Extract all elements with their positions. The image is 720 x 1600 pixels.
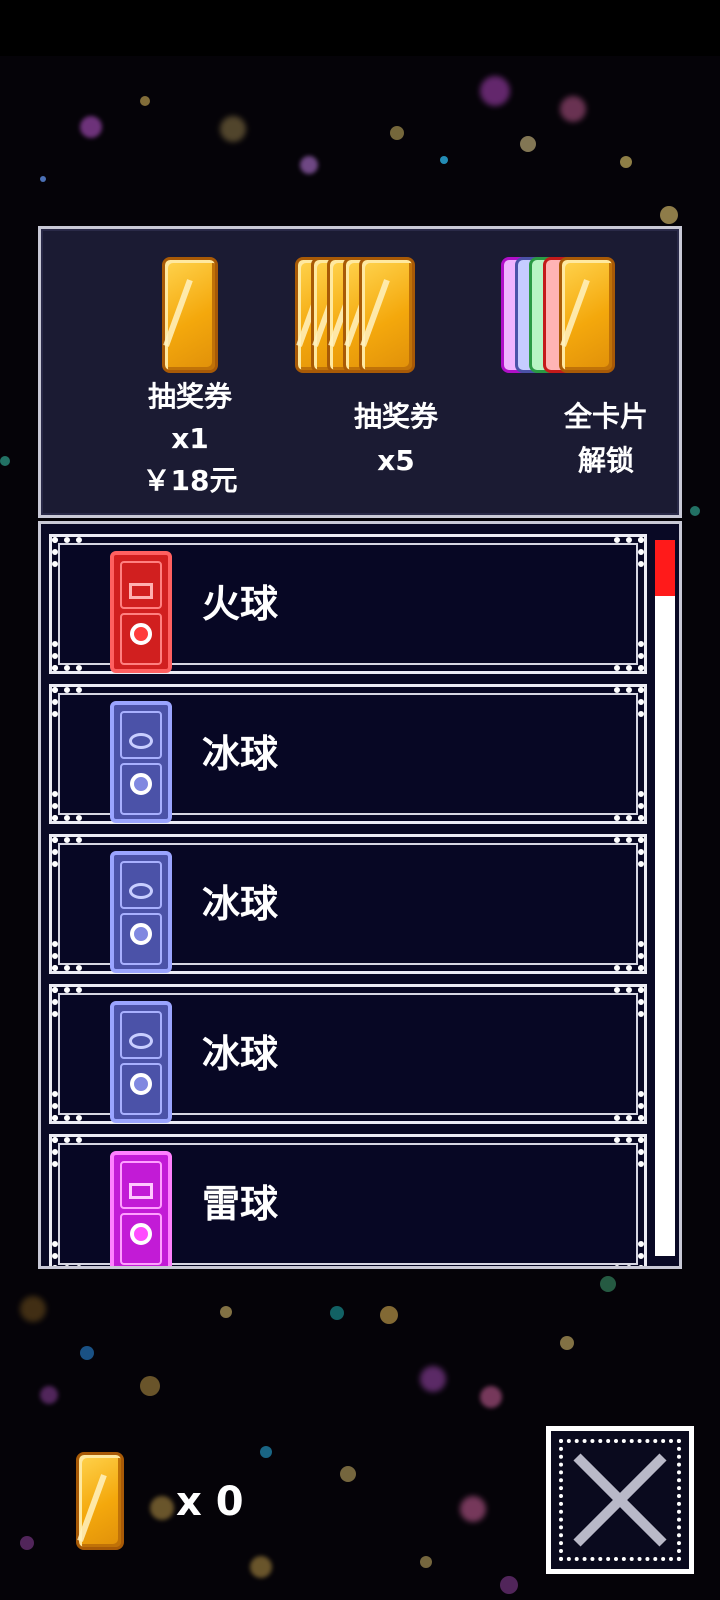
scrollbar[interactable] bbox=[655, 540, 675, 1256]
scrollbar-thumb[interactable] bbox=[655, 540, 675, 596]
buy-single-ticket-button[interactable]: 抽奖券 x1 ￥18元 bbox=[85, 229, 295, 515]
card-name: 火球 bbox=[202, 582, 279, 626]
card-row-thunder-ball[interactable]: 雷球 bbox=[49, 1134, 647, 1266]
shop-item-quantity: x1 bbox=[171, 422, 209, 455]
card-name: 雷球 bbox=[202, 1182, 279, 1226]
ice-card-icon bbox=[110, 851, 172, 973]
card-row-ice-ball[interactable]: 冰球 bbox=[49, 684, 647, 824]
owned-ticket-icon bbox=[76, 1452, 124, 1550]
single-ticket-icon bbox=[162, 257, 218, 373]
close-icon bbox=[573, 1453, 667, 1547]
status-bar bbox=[0, 0, 720, 56]
shop-item-title: 抽奖券 bbox=[353, 400, 438, 433]
ticket-count: x 0 bbox=[176, 1479, 244, 1525]
card-row-ice-ball[interactable]: 冰球 bbox=[49, 984, 647, 1124]
card-row-fire-ball[interactable]: 火球 bbox=[49, 534, 647, 674]
fire-card-icon bbox=[110, 551, 172, 673]
thunder-card-icon bbox=[110, 1151, 172, 1266]
card-row-ice-ball[interactable]: 冰球 bbox=[49, 834, 647, 974]
card-name: 冰球 bbox=[202, 882, 279, 926]
shop-item-title: 全卡片 bbox=[563, 400, 648, 433]
shop-panel: 抽奖券 x1 ￥18元 抽奖券 x5 全卡片 解锁 bbox=[38, 226, 682, 518]
ice-card-icon bbox=[110, 1001, 172, 1123]
shop-item-quantity: x5 bbox=[377, 444, 415, 477]
card-name: 冰球 bbox=[202, 732, 279, 776]
unlock-all-cards-button[interactable]: 全卡片 解锁 bbox=[501, 229, 711, 515]
card-name: 冰球 bbox=[202, 1032, 279, 1076]
shop-item-subtitle: 解锁 bbox=[577, 444, 634, 477]
card-list-panel[interactable]: 火球 冰球 冰球 冰球 雷球 bbox=[38, 521, 682, 1269]
shop-item-title: 抽奖券 bbox=[147, 380, 232, 413]
shop-item-price: ￥18元 bbox=[142, 464, 238, 497]
buy-five-tickets-button[interactable]: 抽奖券 x5 bbox=[291, 229, 501, 515]
ice-card-icon bbox=[110, 701, 172, 823]
close-button[interactable] bbox=[546, 1426, 694, 1574]
